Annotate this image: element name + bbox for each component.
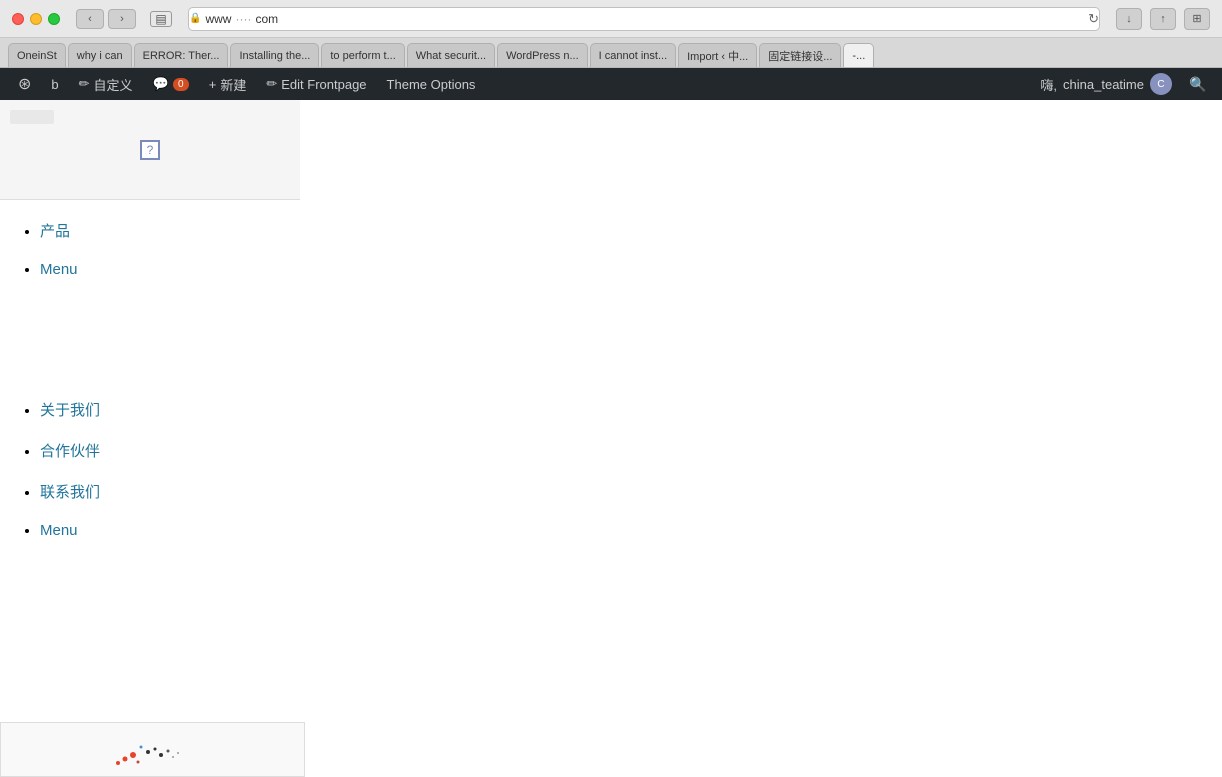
nav-buttons: ‹ ›	[76, 9, 136, 29]
comments-button[interactable]: 💬 0	[143, 68, 199, 100]
logo-placeholder	[10, 110, 54, 124]
sidebar-toggle-button[interactable]: ▤	[150, 11, 172, 27]
list-item: Menu	[40, 261, 1182, 279]
site-name-label: b	[51, 77, 58, 92]
browser-tabs: OneinSt why i can ERROR: Ther... Install…	[0, 38, 1222, 68]
url-right: com	[255, 12, 278, 26]
list-item: 联系我们	[40, 481, 1182, 502]
footer-nav-list: 关于我们 合作伙伴 联系我们 Menu	[0, 379, 1222, 580]
list-item: 产品	[40, 220, 1182, 241]
plus-icon: +	[209, 77, 217, 92]
search-button[interactable]: 🔍	[1182, 68, 1214, 100]
tab-0[interactable]: OneinSt	[8, 43, 66, 67]
search-icon: 🔍	[1189, 76, 1206, 93]
tab-2[interactable]: ERROR: Ther...	[134, 43, 229, 67]
footer-link-menu[interactable]: Menu	[40, 522, 78, 539]
site-name-button[interactable]: b	[41, 68, 68, 100]
tab-4[interactable]: to perform t...	[321, 43, 404, 67]
tab-7[interactable]: I cannot inst...	[590, 43, 676, 67]
forward-button[interactable]: ›	[108, 9, 136, 29]
user-info-button[interactable]: 嗨, china_teatime C	[1030, 68, 1182, 100]
download-button[interactable]: ↓	[1116, 8, 1142, 30]
header-image-area: ?	[0, 100, 300, 200]
footer-link-contact[interactable]: 联系我们	[40, 484, 100, 501]
footer-link-about[interactable]: 关于我们	[40, 402, 100, 419]
nav-list: 产品 Menu	[0, 200, 1222, 319]
sidebar-icon: ▤	[155, 12, 166, 26]
url-left: www	[205, 12, 231, 26]
avatar: C	[1150, 73, 1172, 95]
customize-label: 自定义	[94, 75, 133, 94]
tab-3[interactable]: Installing the...	[230, 43, 319, 67]
title-bar: ‹ › ▤ 🔒 www ···· com ↻ ↓ ↑ ⊞	[0, 0, 1222, 38]
extensions-button[interactable]: ⊞	[1184, 8, 1210, 30]
broken-image: ?	[140, 140, 160, 160]
list-item: Menu	[40, 522, 1182, 540]
page-content: ? 产品 Menu 关于我们 合作伙伴 联系我们 Menu	[0, 100, 1222, 777]
bottom-section	[0, 722, 305, 777]
avatar-initials: C	[1157, 79, 1164, 90]
share-button[interactable]: ↑	[1150, 8, 1176, 30]
close-button[interactable]	[12, 13, 24, 25]
decorative-dots	[103, 727, 203, 772]
nav-link-menu[interactable]: Menu	[40, 261, 78, 278]
edit-frontpage-label: Edit Frontpage	[281, 77, 366, 92]
address-bar[interactable]: 🔒 www ···· com ↻	[188, 7, 1100, 31]
greeting-text: 嗨,	[1040, 75, 1057, 94]
wp-logo-button[interactable]: ⊛	[8, 68, 41, 100]
new-label: 新建	[220, 75, 246, 94]
broken-image-icon: ?	[147, 143, 154, 157]
tab-1[interactable]: why i can	[68, 43, 132, 67]
wordpress-icon: ⊛	[18, 74, 31, 94]
comments-badge: 0	[173, 78, 189, 91]
tab-10[interactable]: -...	[843, 43, 874, 67]
tab-9[interactable]: 固定链接设...	[759, 43, 841, 67]
new-content-button[interactable]: + 新建	[199, 68, 257, 100]
minimize-button[interactable]	[30, 13, 42, 25]
pencil-icon: ✏	[79, 76, 90, 92]
edit-icon: ✏	[266, 76, 277, 92]
list-item: 合作伙伴	[40, 440, 1182, 461]
tab-5[interactable]: What securit...	[407, 43, 495, 67]
footer-link-partners[interactable]: 合作伙伴	[40, 443, 100, 460]
username-label: china_teatime	[1063, 77, 1144, 92]
customize-button[interactable]: ✏ 自定义	[69, 68, 143, 100]
traffic-lights	[12, 13, 60, 25]
lock-icon: 🔒	[189, 13, 201, 24]
list-item: 关于我们	[40, 399, 1182, 420]
theme-options-label: Theme Options	[387, 77, 476, 92]
back-button[interactable]: ‹	[76, 9, 104, 29]
title-bar-actions: ↓ ↑ ⊞	[1116, 8, 1210, 30]
url-separator: ····	[235, 12, 251, 26]
comment-icon: 💬	[153, 76, 169, 92]
reload-button[interactable]: ↻	[1088, 11, 1099, 27]
tab-8[interactable]: Import ‹ 中...	[678, 43, 757, 67]
tab-6[interactable]: WordPress n...	[497, 43, 588, 67]
theme-options-button[interactable]: Theme Options	[377, 68, 486, 100]
nav-link-products[interactable]: 产品	[40, 223, 70, 240]
maximize-button[interactable]	[48, 13, 60, 25]
edit-frontpage-button[interactable]: ✏ Edit Frontpage	[256, 68, 376, 100]
wp-admin-bar: ⊛ b ✏ 自定义 💬 0 + 新建 ✏ Edit Frontpage Them…	[0, 68, 1222, 100]
